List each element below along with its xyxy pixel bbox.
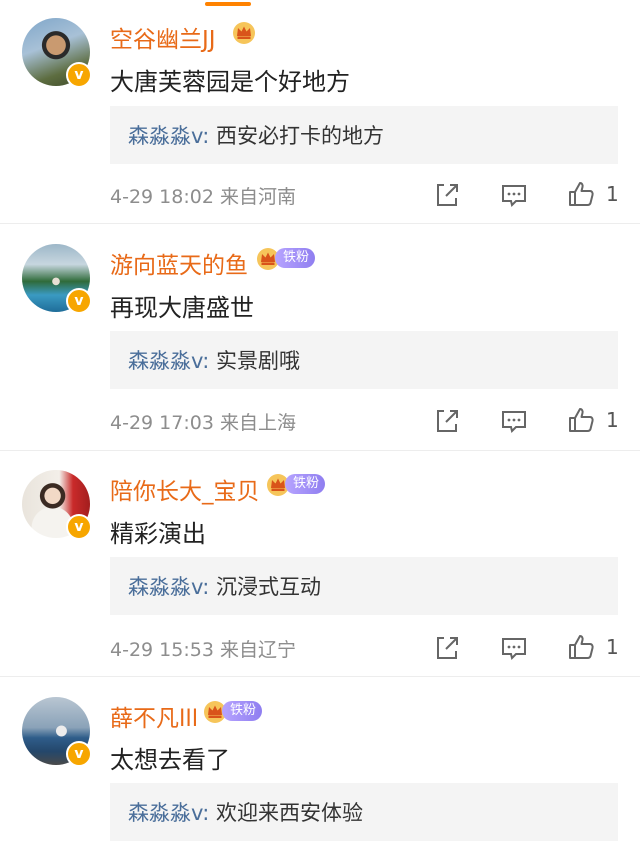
verified-badge: v: [66, 514, 92, 540]
like-icon[interactable]: [566, 405, 596, 435]
reply-username[interactable]: 森淼淼v:: [128, 349, 209, 373]
reply-text: 沉浸式互动: [216, 575, 322, 599]
share-icon[interactable]: [432, 406, 462, 436]
fan-badge: 铁粉: [275, 248, 315, 268]
username[interactable]: 空谷幽兰JJ: [110, 20, 216, 54]
reply-username[interactable]: 森淼淼v:: [128, 124, 209, 148]
username[interactable]: 薛不凡lll: [110, 699, 198, 733]
verified-badge: v: [66, 62, 92, 88]
comment-text: 大唐芙蓉园是个好地方: [110, 68, 350, 96]
comment-location: 来自上海: [219, 412, 296, 434]
share-icon[interactable]: [432, 180, 462, 210]
reply-box[interactable]: 森淼淼v: 欢迎来西安体验: [110, 783, 618, 841]
verified-badge: v: [66, 741, 92, 767]
comment-time: 4-29 17:03: [110, 412, 214, 434]
comment-location: 来自河南: [219, 186, 296, 208]
comment-meta: 4-29 18:02 来自河南: [110, 182, 296, 209]
reply-username[interactable]: 森淼淼v:: [128, 801, 209, 825]
like-count: 1: [606, 408, 619, 432]
crown-icon: [233, 22, 255, 44]
reply-line: 森淼淼v: 实景剧哦: [128, 345, 300, 375]
divider: [0, 450, 640, 451]
divider: [0, 676, 640, 677]
reply-text: 西安必打卡的地方: [216, 124, 385, 148]
comment-time: 4-29 18:02: [110, 186, 214, 208]
reply-text: 实景剧哦: [216, 349, 301, 373]
like-count: 1: [606, 635, 619, 659]
comment-text: 再现大唐盛世: [110, 294, 254, 322]
reply-box[interactable]: 森淼淼v: 西安必打卡的地方: [110, 106, 618, 164]
username[interactable]: 游向蓝天的鱼: [110, 246, 248, 280]
comment-location: 来自辽宁: [219, 639, 296, 661]
fan-badge: 铁粉: [222, 701, 262, 721]
reply-username[interactable]: 森淼淼v:: [128, 575, 209, 599]
tab-indicator-bar: [0, 0, 640, 8]
like-count: 1: [606, 182, 619, 206]
reply-text: 欢迎来西安体验: [216, 801, 364, 825]
comment-text: 精彩演出: [110, 520, 206, 548]
like-icon[interactable]: [566, 632, 596, 662]
username[interactable]: 陪你长大_宝贝: [110, 472, 260, 506]
comment-meta: 4-29 17:03 来自上海: [110, 408, 296, 435]
comment-time: 4-29 15:53: [110, 639, 214, 661]
like-icon[interactable]: [566, 179, 596, 209]
reply-box[interactable]: 森淼淼v: 沉浸式互动: [110, 557, 618, 615]
comment-meta: 4-29 15:53 来自辽宁: [110, 635, 296, 662]
divider: [0, 223, 640, 224]
reply-line: 森淼淼v: 欢迎来西安体验: [128, 797, 363, 827]
comment-icon[interactable]: [499, 633, 529, 663]
comment-icon[interactable]: [499, 406, 529, 436]
reply-line: 森淼淼v: 沉浸式互动: [128, 571, 321, 601]
active-tab-indicator: [205, 2, 251, 6]
verified-badge: v: [66, 288, 92, 314]
comment-text: 太想去看了: [110, 746, 230, 774]
share-icon[interactable]: [432, 633, 462, 663]
fan-badge: 铁粉: [285, 474, 325, 494]
reply-box[interactable]: 森淼淼v: 实景剧哦: [110, 331, 618, 389]
comment-icon[interactable]: [499, 180, 529, 210]
reply-line: 森淼淼v: 西安必打卡的地方: [128, 120, 384, 150]
